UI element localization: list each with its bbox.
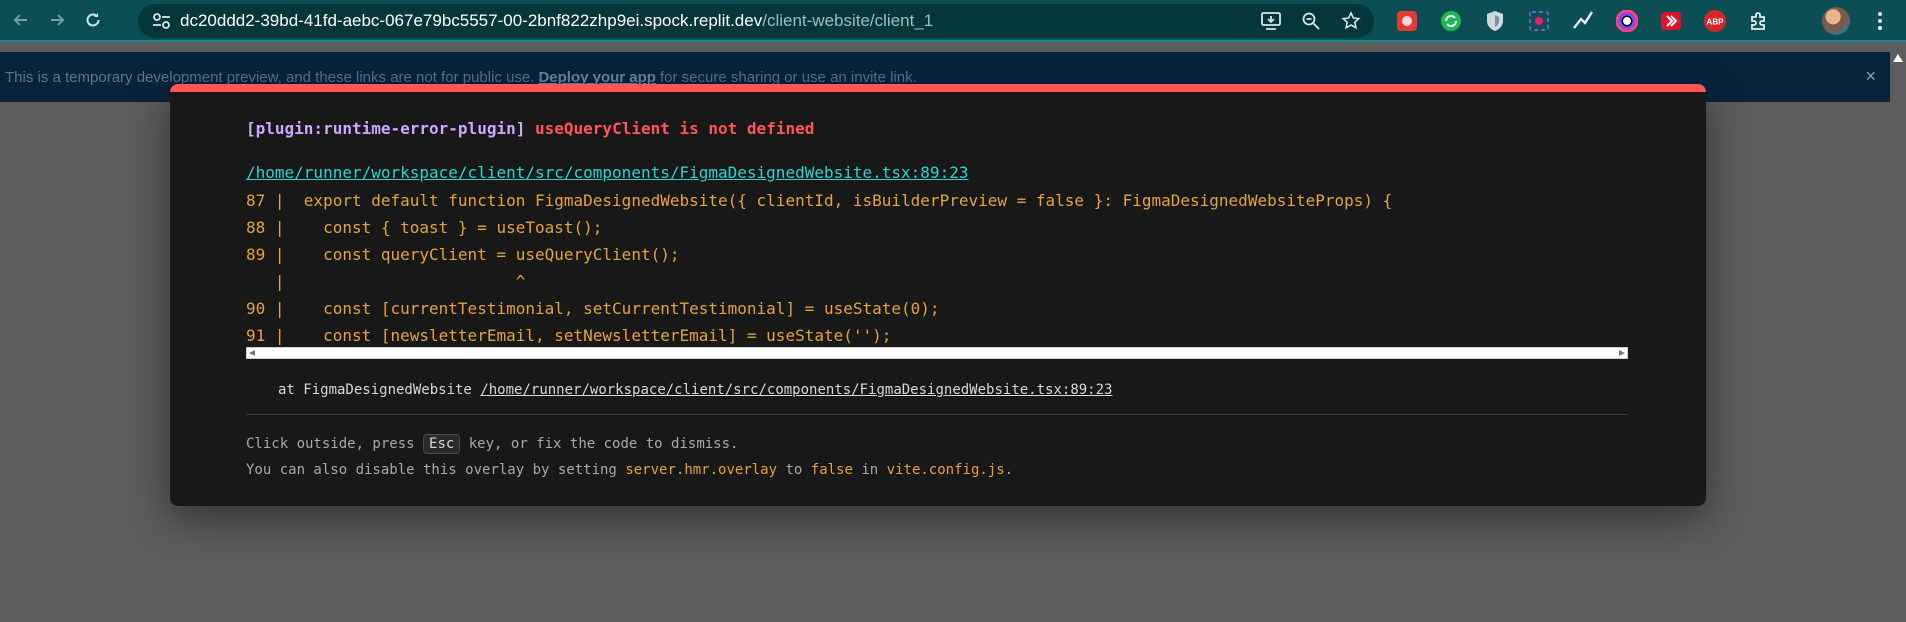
code-line: 87 | export default function FigmaDesign… <box>246 191 1393 210</box>
tip-text: to <box>785 462 803 478</box>
error-message: useQueryClient is not defined <box>535 119 815 138</box>
extension-color-icon[interactable] <box>1612 6 1642 36</box>
banner-text-end: for secure sharing or use an invite link… <box>659 68 917 86</box>
extension-pen-icon[interactable] <box>1568 6 1598 36</box>
code-line: 88 | const { toast } = useToast(); <box>246 218 603 237</box>
stack-prefix: at FigmaDesignedWebsite <box>278 382 472 398</box>
extension-red-icon[interactable] <box>1392 6 1422 36</box>
tip-text: key, or fix the code to dismiss. <box>468 436 739 452</box>
scroll-up-arrow-icon[interactable] <box>1893 54 1903 62</box>
site-settings-icon[interactable] <box>144 12 180 30</box>
code-line-caret: | ^ <box>246 272 526 291</box>
stack-file-link[interactable]: /home/runner/workspace/client/src/compon… <box>480 382 1112 398</box>
url-path: /client-website/client_1 <box>762 11 934 30</box>
back-icon[interactable] <box>6 5 36 35</box>
extensions-puzzle-icon[interactable] <box>1744 6 1774 36</box>
code-line: 90 | const [currentTestimonial, setCurre… <box>246 299 940 318</box>
config-file: vite.config.js <box>886 462 1005 478</box>
extension-capture-icon[interactable] <box>1524 6 1554 36</box>
zoom-icon[interactable] <box>1298 11 1324 31</box>
deploy-link[interactable]: Deploy your app <box>538 69 656 86</box>
install-app-icon[interactable] <box>1258 11 1284 31</box>
divider <box>246 414 1628 415</box>
banner-text: This is a temporary development preview,… <box>5 68 535 86</box>
code-frame-scrollbar[interactable] <box>246 347 1628 359</box>
page-scrollbar[interactable] <box>1890 50 1906 622</box>
tip-text: in <box>861 462 879 478</box>
scroll-right-arrow-icon[interactable] <box>1619 350 1625 356</box>
esc-key: Esc <box>423 434 461 454</box>
reload-icon[interactable] <box>78 5 108 35</box>
bookmark-star-icon[interactable] <box>1338 11 1364 31</box>
error-title: [plugin:runtime-error-plugin] useQueryCl… <box>246 119 814 138</box>
address-bar[interactable]: dc20ddd2-39bd-41fd-aebc-067e79bc5557-00-… <box>138 4 1374 38</box>
extension-green-icon[interactable] <box>1436 6 1466 36</box>
scroll-left-arrow-icon[interactable] <box>249 350 255 356</box>
disable-overlay-tip: You can also disable this overlay by set… <box>246 462 1013 478</box>
url-host: dc20ddd2-39bd-41fd-aebc-067e79bc5557-00-… <box>180 11 763 30</box>
config-value: false <box>810 462 853 478</box>
error-plugin: [plugin:runtime-error-plugin] <box>246 119 526 138</box>
adblock-plus-icon[interactable]: ABP <box>1700 6 1730 36</box>
svg-text:ABP: ABP <box>1707 18 1725 27</box>
banner-close-icon[interactable]: × <box>1865 66 1876 87</box>
error-file-link[interactable]: /home/runner/workspace/client/src/compon… <box>246 163 968 182</box>
tip-text: You can also disable this overlay by set… <box>246 462 617 478</box>
code-frame: 87 | export default function FigmaDesign… <box>246 187 1628 349</box>
error-overlay: [plugin:runtime-error-plugin] useQueryCl… <box>170 84 1706 506</box>
dismiss-tip: Click outside, press Esc key, or fix the… <box>246 434 738 454</box>
forward-icon[interactable] <box>42 5 72 35</box>
code-line: 89 | const queryClient = useQueryClient(… <box>246 245 680 264</box>
browser-menu-icon[interactable] <box>1870 6 1890 36</box>
extensions-bar: ABP <box>1392 6 1774 36</box>
tip-text: Click outside, press <box>246 436 415 452</box>
extension-shield-icon[interactable] <box>1480 6 1510 36</box>
stack-trace: at FigmaDesignedWebsite /home/runner/wor… <box>278 382 1112 398</box>
tip-text-end: . <box>1004 462 1014 478</box>
code-line: 91 | const [newsletterEmail, setNewslett… <box>246 326 892 345</box>
config-setting: server.hmr.overlay <box>625 462 778 478</box>
profile-avatar[interactable] <box>1822 7 1850 35</box>
extension-video-icon[interactable] <box>1656 6 1686 36</box>
